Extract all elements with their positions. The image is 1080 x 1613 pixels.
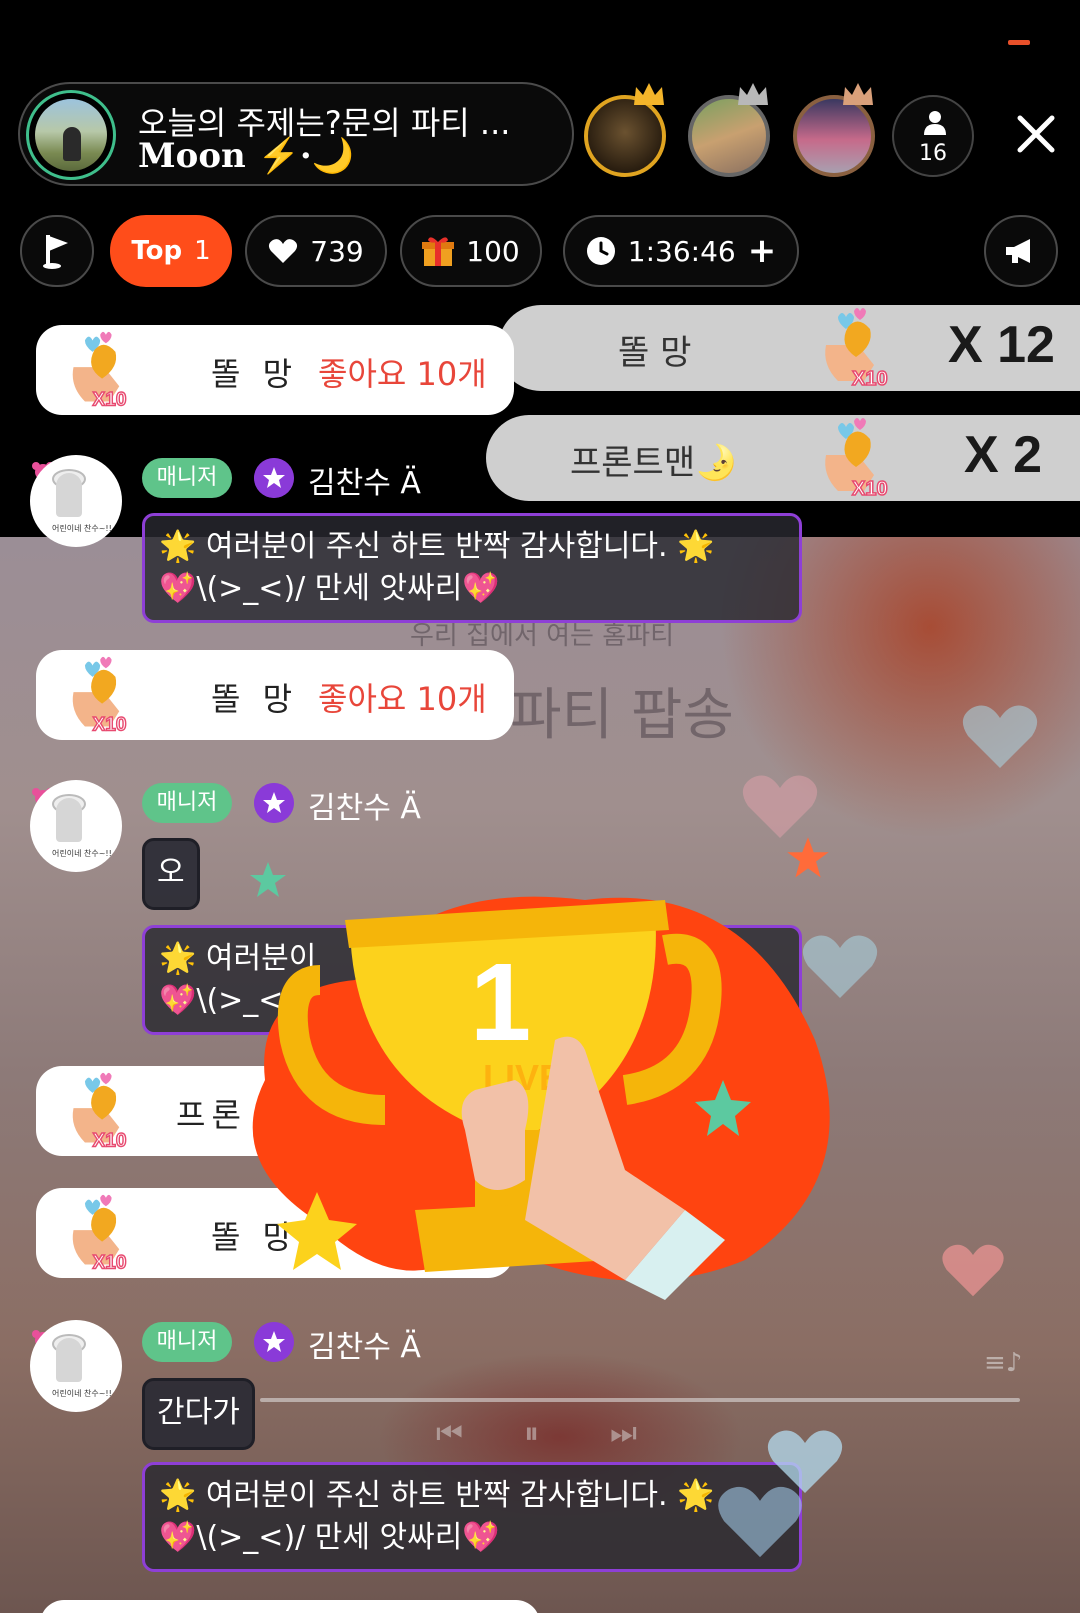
combo-sender-name: 프론트맨🌛 bbox=[570, 443, 738, 483]
flag-button[interactable] bbox=[20, 215, 94, 287]
chat-message-line: 💖\(>_<)/ 만세 앗싸리💖 bbox=[159, 1520, 500, 1555]
announcement-button[interactable] bbox=[984, 215, 1058, 287]
person-icon bbox=[924, 111, 946, 135]
chat-username[interactable]: 김찬수 Ä bbox=[308, 458, 421, 502]
rank-value: 1 bbox=[194, 236, 211, 266]
chat-username[interactable]: 김찬수 Ä bbox=[308, 1322, 421, 1366]
like-notification-partial bbox=[40, 1600, 540, 1613]
playlist-icon[interactable]: ≡♪ bbox=[984, 1348, 1022, 1378]
top-rank-trophy-animation: 1 LIVE bbox=[252, 896, 830, 1300]
heart-hand-gift-icon: X10 bbox=[72, 331, 127, 411]
bronze-crown-icon bbox=[843, 83, 873, 105]
megaphone-icon bbox=[1006, 239, 1030, 263]
combo-count: X 2 bbox=[964, 426, 1043, 484]
chat-username[interactable]: 김찬수 Ä bbox=[308, 783, 421, 827]
chat-user-avatar[interactable]: 어린이네 찬수~!! bbox=[30, 455, 122, 547]
top-viewer-2-avatar[interactable] bbox=[688, 83, 770, 177]
viewer-count: 16 bbox=[919, 141, 947, 166]
floating-heart-icon bbox=[718, 1486, 802, 1558]
like-notification: X10 똘 망 좋아요 10개 bbox=[36, 325, 514, 415]
background-watermark-large: 파티 팝송 bbox=[510, 683, 734, 748]
like-gift-badge: X10 bbox=[93, 1130, 127, 1151]
close-icon[interactable] bbox=[1014, 112, 1058, 156]
like-gift-badge: X10 bbox=[93, 389, 127, 410]
chat-message: 간다가 bbox=[142, 1378, 255, 1450]
host-name: Moon ⚡·🌙 bbox=[138, 136, 355, 176]
host-avatar[interactable] bbox=[26, 90, 116, 180]
heart-hand-gift-icon: X10 bbox=[825, 418, 888, 501]
viewer-count-button[interactable]: 16 bbox=[892, 95, 974, 177]
rank-button[interactable]: Top 1 bbox=[110, 215, 232, 287]
heart-hand-gift-icon: X10 bbox=[72, 1194, 127, 1274]
like-text: 좋아요 10개 bbox=[318, 355, 487, 393]
star-badge-icon bbox=[254, 783, 294, 823]
combo-gift-badge: X10 bbox=[852, 478, 888, 500]
star-badge-icon bbox=[254, 1322, 294, 1362]
gifts-counter[interactable]: 100 bbox=[400, 215, 542, 287]
media-progress-bar[interactable] bbox=[260, 1398, 1020, 1402]
combo-gift-badge: X10 bbox=[852, 368, 888, 390]
chat-user-avatar[interactable]: 어린이네 찬수~!! bbox=[30, 780, 122, 872]
chat-message-line: 🌟 여러분이 주신 하트 반짝 감사합니다. 🌟 bbox=[159, 1478, 715, 1513]
like-sender-name: 똘 망 bbox=[211, 680, 299, 718]
likes-count: 739 bbox=[310, 234, 364, 268]
chat-message-line: 💖\(>_<)/ 만세 앗싸리💖 bbox=[159, 571, 500, 606]
clock-icon bbox=[586, 237, 615, 265]
combo-sender-name: 똘 망 bbox=[618, 333, 692, 373]
combo-count: X 12 bbox=[948, 316, 1055, 374]
heart-hand-gift-icon: X10 bbox=[72, 656, 127, 736]
manager-tag: 매니저 bbox=[142, 1322, 232, 1362]
timer-value: 1:36:46 bbox=[627, 234, 736, 268]
manager-tag: 매니저 bbox=[142, 458, 232, 498]
floating-heart-icon bbox=[962, 705, 1038, 768]
like-notification: X10 똘 망 좋아요 10개 bbox=[36, 650, 514, 740]
like-text: 좋아요 10개 bbox=[318, 680, 487, 718]
like-sender-name: 똘 망 bbox=[211, 355, 299, 393]
trophy-rank: 1 bbox=[470, 941, 531, 1064]
flag-icon bbox=[43, 235, 68, 269]
top-viewer-1-avatar[interactable] bbox=[584, 83, 666, 177]
heart-hand-gift-icon: X10 bbox=[825, 308, 888, 391]
chat-message: 오 bbox=[142, 838, 200, 910]
broadcast-timer[interactable]: 1:36:46 + bbox=[563, 215, 799, 287]
rank-label: Top bbox=[131, 236, 183, 266]
gift-combo-banner: 프론트맨🌛 X10 X 2 bbox=[486, 415, 1080, 501]
chat-message: 🌟 여러분이 주신 하트 반짝 감사합니다. 🌟 💖\(>_<)/ 만세 앗싸리… bbox=[142, 1462, 802, 1572]
chat-message-line: 🌟 여러분이 주신 하트 반짝 감사합니다. 🌟 bbox=[159, 529, 715, 564]
host-card[interactable]: 오늘의 주제는?문의 파티 ... Moon ⚡·🌙 bbox=[18, 82, 574, 186]
floating-heart-icon bbox=[742, 775, 818, 838]
avatar-caption: 어린이네 찬수~!! bbox=[52, 849, 112, 858]
next-track-icon[interactable]: ⏭ bbox=[610, 1416, 637, 1451]
gift-combo-banner: 똘 망 X10 X 12 bbox=[498, 305, 1080, 391]
top-viewer-3-avatar[interactable] bbox=[793, 83, 875, 177]
chat-message: 🌟 여러분이 주신 하트 반짝 감사합니다. 🌟 💖\(>_<)/ 만세 앗싸리… bbox=[142, 513, 802, 623]
manager-tag: 매니저 bbox=[142, 783, 232, 823]
like-gift-badge: X10 bbox=[93, 1252, 127, 1273]
status-indicator bbox=[1008, 40, 1030, 45]
gift-box-icon bbox=[422, 237, 455, 266]
previous-track-icon[interactable]: ⏮ bbox=[436, 1416, 463, 1451]
chat-user-avatar[interactable]: 어린이네 찬수~!! bbox=[30, 1320, 122, 1412]
avatar-caption: 어린이네 찬수~!! bbox=[52, 1389, 112, 1398]
avatar-caption: 어린이네 찬수~!! bbox=[52, 524, 112, 533]
heart-hand-gift-icon: X10 bbox=[72, 1072, 127, 1152]
gifts-count: 100 bbox=[466, 234, 520, 268]
star-badge-icon bbox=[254, 458, 294, 498]
gold-crown-icon bbox=[634, 83, 664, 105]
like-gift-badge: X10 bbox=[93, 714, 127, 735]
floating-heart-icon bbox=[942, 1244, 1004, 1297]
heart-icon bbox=[269, 239, 298, 263]
silver-crown-icon bbox=[738, 83, 768, 105]
pause-icon[interactable]: ⏸ bbox=[524, 1416, 539, 1451]
likes-counter[interactable]: 739 bbox=[245, 215, 387, 287]
extend-time-button[interactable]: + bbox=[748, 231, 777, 271]
